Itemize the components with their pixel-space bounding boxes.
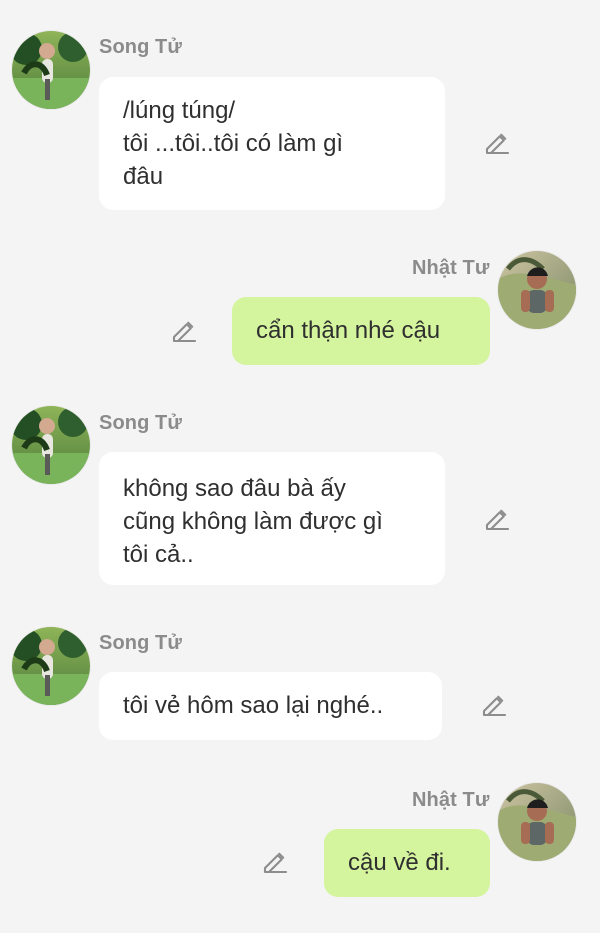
pencil-edit-icon xyxy=(263,852,288,874)
pencil-edit-icon[interactable] xyxy=(261,848,289,876)
sender-name: Nhật Tư xyxy=(412,789,490,811)
message-bubble[interactable]: cậu về đi. xyxy=(324,829,490,897)
avatar-icon xyxy=(498,783,576,861)
sender-avatar[interactable] xyxy=(498,783,576,861)
message-line: cậu về đi. xyxy=(348,849,451,876)
message-row-right: Nhật Tư xyxy=(0,0,600,933)
chat-screen: Song Tử /lúng túng/ tôi ...tôi..tôi có l… xyxy=(0,0,600,933)
